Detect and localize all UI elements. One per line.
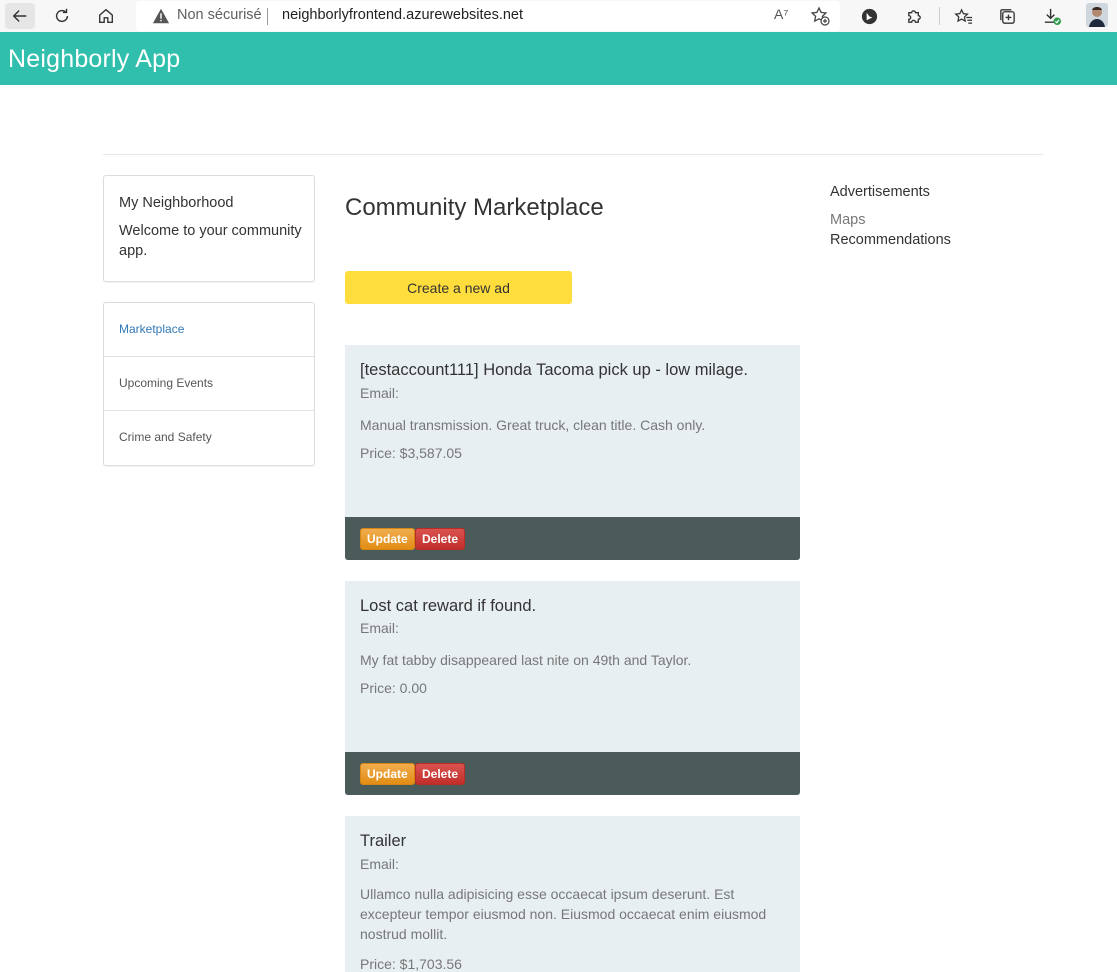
app-header: Neighborly App [0,32,1117,85]
divider [103,154,1043,155]
avatar-icon [1086,3,1108,27]
download-icon [1044,8,1061,25]
ad-price: Price: 0.00 [360,680,427,696]
warning-icon [152,8,170,24]
brand-title[interactable]: Neighborly App [8,45,180,74]
page-title: Community Marketplace [345,194,604,221]
favorites-star-icon [953,7,972,24]
sidebar-item-label: Crime and Safety [119,430,212,444]
welcome-text: Welcome to your community app. [119,223,302,259]
url-text[interactable]: neighborlyfrontend.azurewebsites.net [282,7,523,23]
recommendations-link[interactable]: Recommendations [830,232,951,248]
welcome-panel: My Neighborhood Welcome to your communit… [103,175,315,282]
ad-actions: Update Delete [345,517,800,560]
home-button[interactable] [93,3,119,29]
collections-button[interactable] [996,5,1018,27]
ad-email: Email: [360,856,399,872]
ad-email: Email: [360,620,399,636]
advertisements-heading: Advertisements [830,184,930,200]
maps-link[interactable]: Maps [830,212,865,228]
address-separator [267,8,268,25]
ad-description: Ullamco nulla adipisicing esse occaecat … [360,886,767,942]
reload-icon [55,8,69,23]
address-bar[interactable]: Non sécurisé neighborlyfrontend.azureweb… [136,1,840,31]
home-icon [99,8,113,23]
update-button[interactable]: Update [360,763,415,785]
arrow-left-icon [12,10,27,22]
ad-price: Price: $3,587.05 [360,445,462,461]
toolbar-separator [939,7,940,25]
back-button[interactable] [5,3,35,29]
profile-avatar[interactable] [1086,3,1108,27]
delete-button[interactable]: Delete [415,528,466,550]
collections-icon [999,8,1015,24]
not-secure-label[interactable]: Non sécurisé [177,7,262,23]
ad-title: [testaccount111] Honda Tacoma pick up - … [360,361,748,379]
ad-description: My fat tabby disappeared last nite on 49… [360,652,692,668]
ad-description: Manual transmission. Great truck, clean … [360,417,706,433]
downloads-button[interactable] [1041,5,1063,27]
update-button[interactable]: Update [360,528,415,550]
ad-card: Lost cat reward if found. Email: My fat … [345,581,800,795]
puzzle-icon [907,9,921,23]
sidebar-item-label: Marketplace [119,322,185,336]
sidebar-item-upcoming-events[interactable]: Upcoming Events [104,357,314,411]
bing-chat-button[interactable] [858,5,880,27]
extensions-button[interactable] [903,5,925,27]
sidebar-item-marketplace[interactable]: Marketplace [104,303,314,357]
create-ad-button[interactable]: Create a new ad [345,271,572,304]
sidebar-item-crime-and-safety[interactable]: Crime and Safety [104,411,314,465]
browser-toolbar: Non sécurisé neighborlyfrontend.azureweb… [0,0,1117,33]
welcome-title: My Neighborhood [119,195,234,211]
ad-card: Trailer Email: Ullamco nulla adipisicing… [345,816,800,972]
sidebar-nav: Marketplace Upcoming Events Crime and Sa… [103,302,315,466]
sidebar-item-label: Upcoming Events [119,376,214,390]
add-favorite-icon[interactable] [810,6,830,26]
ad-title: Lost cat reward if found. [360,597,537,615]
favorites-button[interactable] [952,5,974,27]
ad-price: Price: $1,703.56 [360,956,462,972]
ad-title: Trailer [360,832,407,850]
bing-icon [861,8,877,24]
ad-actions: Update Delete [345,752,800,795]
delete-button[interactable]: Delete [415,763,466,785]
ad-card: [testaccount111] Honda Tacoma pick up - … [345,345,800,560]
reload-button[interactable] [49,3,75,29]
read-aloud-icon[interactable]: A⁷ [774,6,788,22]
ad-email: Email: [360,385,399,401]
